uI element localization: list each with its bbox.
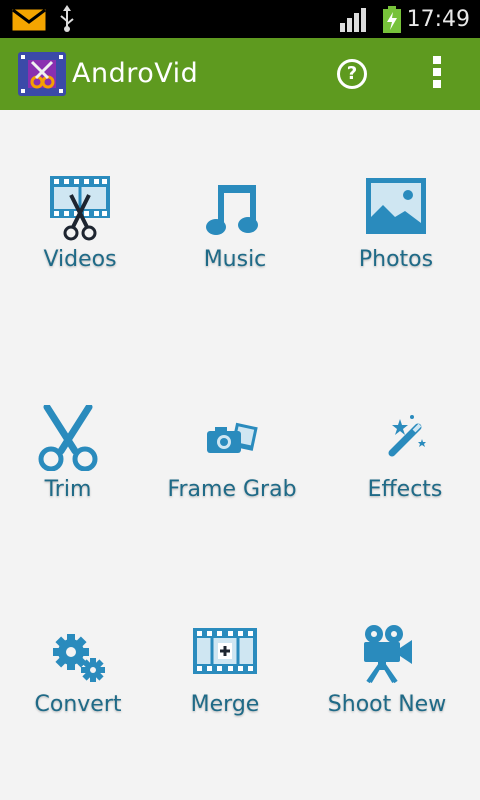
menu-label: Merge	[190, 692, 260, 717]
help-button[interactable]: ?	[337, 59, 367, 89]
picture-icon	[366, 178, 426, 234]
overflow-menu-icon[interactable]	[430, 56, 444, 92]
signal-icon	[340, 8, 366, 32]
scissors-icon	[38, 405, 98, 471]
menu-item-shoot-new[interactable]: Shoot New	[307, 620, 467, 760]
menu-label: Trim	[44, 477, 92, 502]
menu-item-photos[interactable]: Photos	[316, 175, 476, 315]
usb-icon	[60, 5, 74, 32]
video-camera-icon	[364, 625, 412, 684]
menu-item-trim[interactable]: Trim	[0, 405, 148, 545]
camera-photos-icon	[207, 422, 258, 453]
menu-item-music[interactable]: Music	[155, 175, 315, 315]
menu-label: Convert	[34, 692, 122, 717]
status-bar: 17:49	[0, 0, 480, 38]
battery-charging-icon	[383, 6, 401, 33]
app-title: AndroVid	[72, 58, 199, 89]
menu-label: Videos	[43, 247, 117, 272]
main-menu-grid: Videos Music Photos Trim Frame Grab Effe…	[0, 110, 480, 800]
menu-item-merge[interactable]: Merge	[145, 620, 305, 760]
film-plus-icon	[193, 628, 257, 674]
gears-icon	[53, 634, 105, 682]
menu-item-videos[interactable]: Videos	[0, 175, 160, 315]
film-scissors-icon	[50, 176, 110, 241]
menu-item-effects[interactable]: Effects	[325, 405, 480, 545]
app-bar: AndroVid ?	[0, 38, 480, 110]
androvid-logo	[18, 52, 66, 96]
menu-label: Shoot New	[327, 692, 447, 717]
email-icon	[12, 9, 46, 31]
status-time: 17:49	[406, 7, 470, 32]
menu-label: Frame Grab	[167, 477, 297, 502]
menu-label: Music	[203, 247, 267, 272]
magic-wand-icon	[388, 415, 426, 457]
menu-label: Photos	[358, 247, 434, 272]
help-icon: ?	[346, 63, 358, 84]
menu-label: Effects	[367, 477, 443, 502]
menu-item-convert[interactable]: Convert	[0, 620, 158, 760]
music-note-icon	[206, 185, 258, 235]
menu-item-frame-grab[interactable]: Frame Grab	[152, 405, 312, 545]
